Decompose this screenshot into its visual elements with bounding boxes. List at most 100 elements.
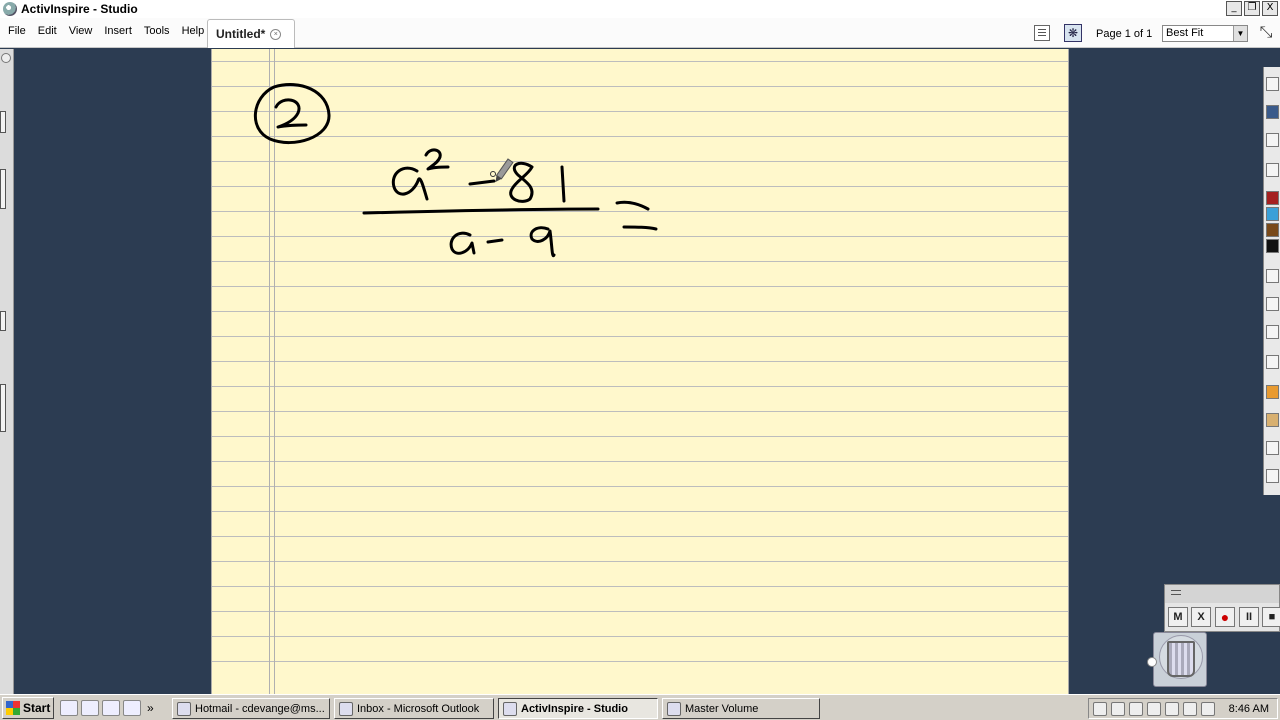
bin-graphic [1167,641,1195,677]
folder-icon[interactable] [81,699,99,716]
pin-icon[interactable] [1,53,11,63]
dock-handle[interactable] [0,311,6,331]
taskbar-button-outlook[interactable]: Inbox - Microsoft Outlook [334,698,494,719]
task-label: Master Volume [685,702,759,715]
left-dock-strip [0,49,14,694]
menu-edit[interactable]: Edit [32,23,63,39]
view-mode-icon[interactable]: ❋ [1064,24,1082,42]
speaker-icon[interactable] [1129,701,1143,716]
grip-icon [1171,590,1181,595]
outlook-icon [339,701,353,716]
pen-icon[interactable] [1266,325,1279,339]
recorder-close-button[interactable]: X [1191,607,1211,627]
window-title: ActivInspire - Studio [21,2,138,16]
document-tab[interactable]: Untitled* × [207,19,295,48]
brown-color-swatch[interactable] [1266,223,1279,237]
tool-icon[interactable] [1266,355,1279,369]
document-tab-label: Untitled* [216,27,266,41]
digit-one [560,165,566,203]
minus-sign [468,179,496,186]
taskbar-button-activinspire[interactable]: ActivInspire - Studio [498,698,658,719]
tab-close-icon[interactable]: × [270,28,282,40]
windows-taskbar: Start » Hotmail - cdevange@ms... Inbox -… [0,694,1280,720]
task-label: ActivInspire - Studio [521,702,628,715]
dock-handle[interactable] [0,384,6,432]
restore-button[interactable]: ❐ [1244,1,1260,16]
tool-icon[interactable] [1266,297,1279,311]
handwriting-layer [253,83,658,258]
menu-tools[interactable]: Tools [138,23,176,39]
digit-nine [529,226,556,258]
dock-handle[interactable] [0,169,6,209]
page-browser-icon[interactable] [1034,25,1050,41]
tool-icon[interactable] [1266,469,1279,483]
menu-file[interactable]: File [2,23,32,39]
tool-icon[interactable] [1266,163,1279,177]
tool-icon[interactable] [1266,133,1279,147]
tool-icon[interactable] [1266,441,1279,455]
equals-sign [615,200,650,211]
activinspire-app-icon [3,2,17,16]
desktop-icon[interactable] [60,699,78,716]
warning-icon[interactable] [1093,701,1107,716]
fullscreen-icon[interactable]: ⤡ [1256,24,1276,44]
trash-can-icon[interactable] [1147,632,1207,687]
recorder-titlebar[interactable] [1165,585,1279,603]
main-menu: File Edit View Insert Tools Help [2,23,210,39]
equals-sign [622,225,658,231]
dock-handle[interactable] [0,111,6,133]
record-button[interactable]: ● [1215,607,1235,627]
page-indicator: Page 1 of 1 [1096,28,1153,40]
letter-a [391,166,429,201]
tray-app-icon[interactable] [1201,701,1215,716]
black-color-swatch[interactable] [1266,239,1279,253]
tool-icon[interactable] [1266,413,1279,427]
tray-app-icon[interactable] [1183,701,1197,716]
chevron-right-icon[interactable]: » [147,701,154,715]
minimize-button[interactable]: _ [1226,1,1242,16]
main-toolbox [1263,67,1280,495]
taskbar-button-volume[interactable]: Master Volume [662,698,820,719]
pen-width-slider[interactable] [1266,269,1279,283]
tool-icon[interactable] [1266,105,1279,119]
browser-icon[interactable] [102,699,120,716]
system-tray: 8:46 AM [1088,698,1278,719]
clock: 8:46 AM [1228,702,1269,715]
tool-icon[interactable] [1266,77,1279,91]
blue-color-swatch[interactable] [1266,207,1279,221]
pin-icon [1147,657,1157,667]
start-label: Start [23,700,51,715]
digit-eight [509,161,534,203]
windows-logo-icon [6,700,20,715]
recorder-widget: M X ● II ■ [1164,584,1280,632]
zoom-value: Best Fit [1166,27,1204,39]
activinspire-icon [503,701,517,716]
pen-cursor [495,158,514,183]
red-color-swatch[interactable] [1266,191,1279,205]
menu-help[interactable]: Help [176,23,211,39]
window-controls: _ ❐ X [1226,1,1278,16]
network-icon[interactable] [1147,701,1161,716]
recorder-mute-button[interactable]: M [1168,607,1188,627]
tray-app-icon[interactable] [1111,701,1125,716]
fraction-bar [362,207,600,215]
chevron-down-icon[interactable]: ▼ [1233,26,1247,41]
letter-a [449,231,476,255]
taskbar-button-hotmail[interactable]: Hotmail - cdevange@ms... [172,698,330,719]
outlook-icon[interactable] [123,699,141,716]
zoom-dropdown[interactable]: Best Fit ▼ [1162,25,1248,42]
volume-icon [667,701,681,716]
flipchart-page[interactable] [211,49,1069,694]
start-button[interactable]: Start [2,696,54,719]
menu-view[interactable]: View [63,23,99,39]
title-bar: ActivInspire - Studio _ ❐ X [0,0,1280,18]
stop-button[interactable]: ■ [1262,607,1280,627]
tool-icon[interactable] [1266,385,1279,399]
star-icon[interactable] [1165,701,1179,716]
minus-sign [486,238,504,244]
pause-button[interactable]: II [1239,607,1259,627]
digit-two [274,98,308,129]
quick-launch: » [60,699,154,716]
menu-insert[interactable]: Insert [98,23,138,39]
close-button[interactable]: X [1262,1,1278,16]
